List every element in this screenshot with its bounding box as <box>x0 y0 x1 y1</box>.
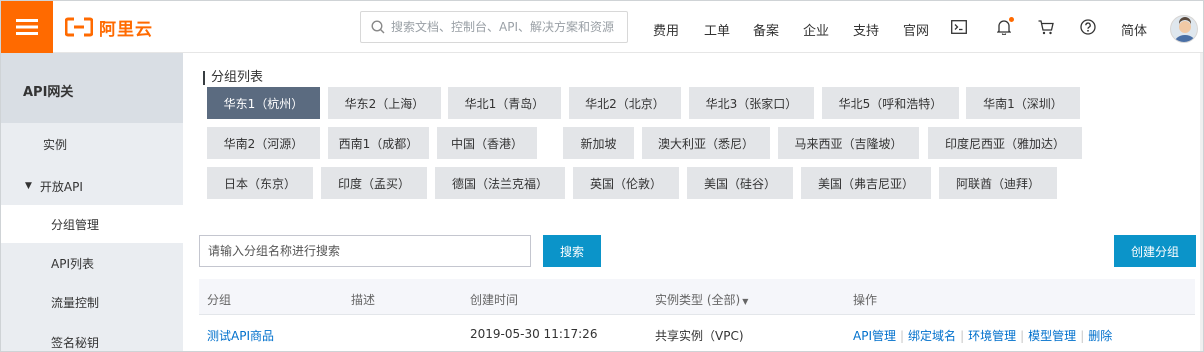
nav-enterprise[interactable]: 企业 <box>803 20 829 39</box>
group-search-input[interactable] <box>199 235 531 267</box>
caret-down-icon: ▼ <box>742 297 749 306</box>
region-tab[interactable]: 印度尼西亚（雅加达） <box>928 127 1082 159</box>
nav-official-site[interactable]: 官网 <box>903 20 929 39</box>
region-tab[interactable]: 华南2（河源） <box>207 127 320 159</box>
sidebar-item-label: API列表 <box>51 256 94 271</box>
sidebar-item-instances[interactable]: 实例 <box>1 125 183 163</box>
search-icon <box>371 20 385 34</box>
app-window: 阿里云 费用 工单 备案 企业 支持 官网 简体 API网关 <box>0 0 1204 352</box>
model-management-link[interactable]: 模型管理 <box>1028 329 1076 343</box>
region-tab[interactable]: 阿联酋（迪拜） <box>939 167 1057 199</box>
nav-fees[interactable]: 费用 <box>653 20 679 39</box>
avatar[interactable] <box>1170 15 1198 43</box>
sidebar: API网关 实例 ▼ 开放API 分组管理 API列表 流量控制 签名秘钥 <box>1 53 183 351</box>
aliyun-logo-icon <box>64 17 94 37</box>
scrollbar[interactable] <box>1200 53 1203 351</box>
table-row: 测试API商品 2019-05-30 11:17:26 共享实例（VPC) AP… <box>199 315 1195 351</box>
nav-icp[interactable]: 备案 <box>753 20 779 39</box>
sidebar-item-group-management[interactable]: 分组管理 <box>1 205 183 243</box>
global-search-input[interactable] <box>391 20 619 34</box>
column-header-label: 实例类型 (全部) <box>655 293 741 307</box>
region-tab[interactable]: 英国（伦敦） <box>573 167 679 199</box>
nav-support[interactable]: 支持 <box>853 20 879 39</box>
top-bar: 阿里云 费用 工单 备案 企业 支持 官网 简体 <box>1 1 1203 53</box>
divider: | <box>960 329 965 343</box>
region-tab[interactable]: 华北5（呼和浩特） <box>822 87 959 119</box>
group-name-link[interactable]: 测试API商品 <box>207 327 274 344</box>
table-header: 分组 描述 创建时间 实例类型 (全部) ▼ 操作 <box>199 279 1195 315</box>
nav-tickets[interactable]: 工单 <box>704 20 730 39</box>
region-tab[interactable]: 美国（弗吉尼亚） <box>801 167 931 199</box>
caret-down-icon: ▼ <box>25 181 32 191</box>
column-header-created: 创建时间 <box>470 293 519 307</box>
region-tab[interactable]: 马来西亚（吉隆坡） <box>778 127 919 159</box>
divider: | <box>1080 329 1085 343</box>
divider: | <box>900 329 905 343</box>
global-search[interactable] <box>360 11 628 43</box>
sidebar-item-traffic-control[interactable]: 流量控制 <box>1 283 183 321</box>
delete-link[interactable]: 删除 <box>1088 329 1112 343</box>
region-tab[interactable]: 新加坡 <box>563 127 634 159</box>
column-header-actions: 操作 <box>853 293 878 307</box>
help-icon[interactable] <box>1078 17 1098 37</box>
sidebar-title: API网关 <box>1 53 183 123</box>
search-button[interactable]: 搜索 <box>543 235 601 267</box>
group-created-time: 2019-05-30 11:17:26 <box>470 327 598 341</box>
environment-management-link[interactable]: 环境管理 <box>968 329 1016 343</box>
region-tab[interactable]: 澳大利亚（悉尼） <box>642 127 770 159</box>
terminal-icon[interactable] <box>949 17 969 37</box>
sidebar-item-label: 签名秘钥 <box>51 335 100 350</box>
column-header-instance-type[interactable]: 实例类型 (全部) ▼ <box>655 291 748 308</box>
api-management-link[interactable]: API管理 <box>853 329 896 343</box>
region-tab[interactable]: 西南1（成都） <box>328 127 429 159</box>
column-header-description: 描述 <box>351 293 376 307</box>
create-group-button[interactable]: 创建分组 <box>1114 235 1196 267</box>
cart-icon[interactable] <box>1036 17 1056 37</box>
sidebar-item-api-list[interactable]: API列表 <box>1 244 183 282</box>
group-instance-type: 共享实例（VPC) <box>655 329 744 343</box>
region-tab[interactable]: 德国（法兰克福） <box>435 167 565 199</box>
logo[interactable]: 阿里云 <box>64 15 153 40</box>
column-header-group: 分组 <box>207 293 232 307</box>
bind-domain-link[interactable]: 绑定域名 <box>908 329 956 343</box>
region-tab[interactable]: 华北3（张家口） <box>689 87 814 119</box>
main-content: 分组列表 华东1（杭州） 华东2（上海） 华北1（青岛） 华北2（北京） 华北3… <box>183 53 1203 351</box>
section-title: 分组列表 <box>203 71 263 85</box>
menu-icon[interactable] <box>1 1 53 53</box>
region-tab[interactable]: 华北1（青岛） <box>448 87 561 119</box>
region-tab[interactable]: 华东1（杭州） <box>207 87 320 119</box>
sidebar-item-label: 流量控制 <box>51 295 100 310</box>
region-tab[interactable]: 中国（香港） <box>437 127 537 159</box>
region-tab[interactable]: 印度（孟买） <box>321 167 427 199</box>
language-switch[interactable]: 简体 <box>1121 20 1147 39</box>
region-tab[interactable]: 美国（硅谷） <box>687 167 793 199</box>
row-actions: API管理 | 绑定域名 | 环境管理 | 模型管理 | 删除 <box>853 327 1112 344</box>
sidebar-item-label: 实例 <box>43 137 68 152</box>
region-tab[interactable]: 华北2（北京） <box>569 87 681 119</box>
bell-icon[interactable] <box>994 17 1014 37</box>
region-tab[interactable]: 华东2（上海） <box>328 87 441 119</box>
region-tab[interactable]: 日本（东京） <box>207 167 313 199</box>
sidebar-item-label: 开放API <box>39 179 83 194</box>
divider: | <box>1020 329 1025 343</box>
sidebar-item-label: 分组管理 <box>51 217 100 232</box>
sidebar-item-open-api[interactable]: ▼ 开放API <box>1 167 183 205</box>
logo-text: 阿里云 <box>99 19 153 40</box>
notification-dot <box>1009 17 1014 22</box>
sidebar-item-signature-keys[interactable]: 签名秘钥 <box>1 323 183 351</box>
region-tab[interactable]: 华南1（深圳） <box>966 87 1080 119</box>
